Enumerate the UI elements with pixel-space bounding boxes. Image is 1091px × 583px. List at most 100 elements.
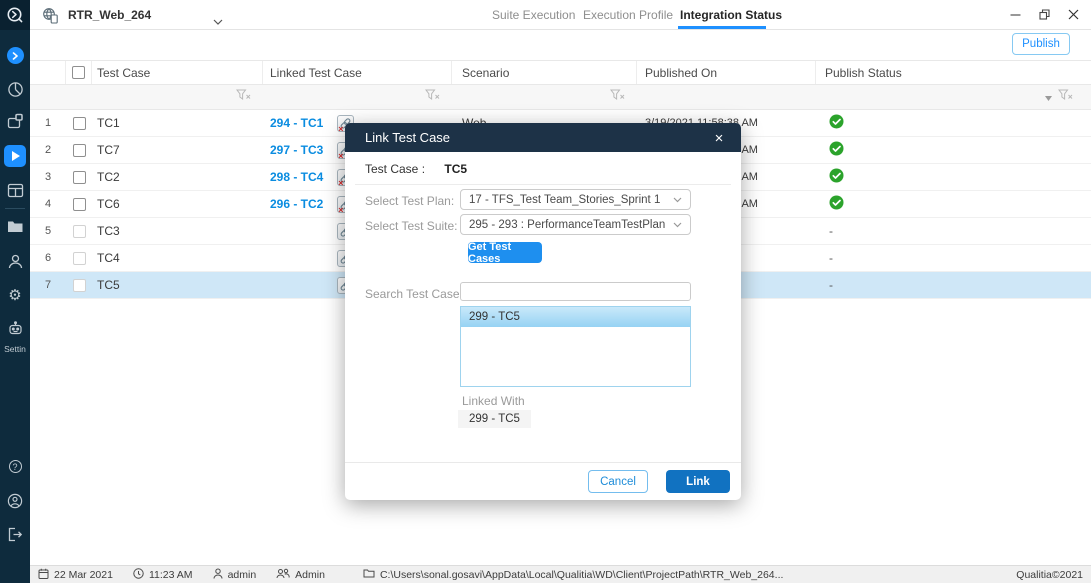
- linked-test-case-link[interactable]: 297 - TC3: [270, 143, 323, 157]
- chevron-down-icon: [673, 219, 682, 231]
- row-checkbox[interactable]: [73, 117, 86, 130]
- row-checkbox[interactable]: [73, 198, 86, 211]
- row-checkbox[interactable]: [73, 171, 86, 184]
- application-window: ⚙ Settin ? RTR_Web_264 Suite Execution E…: [0, 0, 1091, 583]
- col-publish-status: Publish Status: [816, 61, 1091, 84]
- published-check-icon: [829, 195, 844, 213]
- col-published-on: Published On: [637, 61, 816, 84]
- unlink-x-mark: ×: [338, 178, 343, 188]
- row-number: 5: [30, 218, 66, 244]
- status-dash: -: [829, 224, 833, 238]
- test-case-value: TC5: [444, 162, 467, 176]
- linked-test-case-link[interactable]: 294 - TC1: [270, 116, 323, 130]
- publish-button[interactable]: Publish: [1012, 33, 1070, 55]
- tab-suite-execution[interactable]: Suite Execution: [492, 0, 575, 30]
- table-header: Test Case Linked Test Case Scenario Publ…: [30, 60, 1091, 85]
- bot-icon[interactable]: [0, 321, 30, 338]
- project-icon: [42, 7, 59, 29]
- minimize-icon[interactable]: [1004, 4, 1026, 24]
- filter-clear-icon-test-case[interactable]: [236, 88, 251, 106]
- develop-box-icon[interactable]: [0, 113, 30, 130]
- restore-window-icon[interactable]: [1033, 4, 1055, 24]
- sidebar: ⚙ Settin ?: [0, 0, 30, 583]
- unlink-x-mark: ×: [338, 205, 343, 215]
- reports-layout-icon[interactable]: [0, 182, 30, 199]
- chevron-down-icon: [673, 194, 682, 206]
- copyright: Qualitia©2021: [1016, 569, 1091, 581]
- user-icon: [213, 568, 223, 582]
- get-test-cases-button[interactable]: Get Test Cases: [468, 242, 542, 263]
- execute-play-icon[interactable]: [4, 145, 26, 167]
- published-check-icon: [829, 168, 844, 186]
- row-checkbox[interactable]: [73, 225, 86, 238]
- row-checkbox[interactable]: [73, 252, 86, 265]
- test-case-name: TC4: [92, 245, 263, 271]
- role-icon: [276, 568, 290, 582]
- linked-test-case-link[interactable]: 298 - TC4: [270, 170, 323, 184]
- row-number: 6: [30, 245, 66, 271]
- status-time: 11:23 AM: [149, 569, 193, 581]
- dialog-close-icon[interactable]: ×: [709, 128, 729, 148]
- help-icon[interactable]: ?: [0, 460, 30, 473]
- filter-clear-icon-scenario[interactable]: [610, 88, 625, 106]
- folder-icon: [363, 568, 375, 581]
- project-selector[interactable]: RTR_Web_264: [68, 8, 151, 22]
- linked-with-label: Linked With: [462, 394, 525, 408]
- status-filter-dropdown-icon[interactable]: [1045, 88, 1052, 106]
- test-case-name: TC2: [92, 164, 263, 190]
- test-case-result-item[interactable]: 299 - TC5: [461, 307, 690, 327]
- row-checkbox[interactable]: [73, 279, 86, 292]
- row-number: 7: [30, 272, 66, 298]
- link-button-confirm[interactable]: Link: [666, 470, 730, 493]
- row-number: 1: [30, 110, 66, 136]
- sidebar-settings-label: Settin: [0, 344, 30, 354]
- status-date: 22 Mar 2021: [54, 569, 113, 581]
- test-suite-select[interactable]: 295 - 293 : PerformanceTeamTestPlan: [460, 214, 691, 235]
- close-window-icon[interactable]: [1062, 4, 1084, 24]
- row-checkbox[interactable]: [73, 144, 86, 157]
- cancel-button[interactable]: Cancel: [588, 470, 648, 493]
- expand-sidebar-icon[interactable]: [0, 47, 30, 64]
- settings-gear-icon[interactable]: ⚙: [0, 288, 30, 303]
- active-tab-underline: [678, 26, 766, 29]
- col-scenario: Scenario: [452, 61, 637, 84]
- linked-test-case-link[interactable]: 296 - TC2: [270, 197, 323, 211]
- test-case-name: TC6: [92, 191, 263, 217]
- col-test-case: Test Case: [92, 61, 263, 84]
- profile-person-icon[interactable]: [0, 253, 30, 270]
- status-dash: -: [829, 278, 833, 292]
- search-test-case-label: Search Test Case:: [365, 287, 463, 301]
- filter-clear-icon-linked[interactable]: [425, 88, 440, 106]
- status-bar: 22 Mar 2021 11:23 AM admin Admin C:\User…: [30, 565, 1091, 583]
- published-check-icon: [829, 114, 844, 132]
- status-dash: -: [829, 251, 833, 265]
- row-number: 4: [30, 191, 66, 217]
- search-test-case-input[interactable]: [460, 282, 691, 301]
- test-plan-select[interactable]: 17 - TFS_Test Team_Stories_Sprint 1: [460, 189, 691, 210]
- qualitia-logo: [0, 0, 30, 30]
- test-case-name: TC3: [92, 218, 263, 244]
- dialog-footer-divider: [345, 462, 741, 463]
- status-project-path: C:\Users\sonal.gosavi\AppData\Local\Qual…: [380, 569, 783, 581]
- filter-clear-icon-status[interactable]: [1058, 88, 1073, 106]
- select-all-checkbox[interactable]: [72, 66, 85, 79]
- status-role: Admin: [295, 569, 325, 581]
- published-check-icon: [829, 141, 844, 159]
- link-test-case-dialog: Link Test Case × Test Case : TC5 Select …: [345, 123, 741, 500]
- test-suite-label: Select Test Suite:: [365, 219, 458, 233]
- unlink-x-mark: ×: [338, 151, 343, 161]
- account-icon[interactable]: [0, 493, 30, 509]
- dashboard-pie-icon[interactable]: [0, 81, 30, 98]
- dialog-titlebar: Link Test Case ×: [345, 123, 741, 152]
- table-filter-row: [30, 85, 1091, 110]
- test-case-name: TC5: [92, 272, 263, 298]
- calendar-icon: [38, 568, 49, 582]
- sidebar-divider: [5, 208, 25, 209]
- test-case-results-list[interactable]: 299 - TC5: [460, 306, 691, 387]
- chevron-down-icon[interactable]: [213, 12, 223, 30]
- logout-icon[interactable]: [0, 527, 30, 542]
- tab-execution-profile[interactable]: Execution Profile: [583, 0, 673, 30]
- clock-icon: [133, 568, 144, 582]
- col-linked-test-case: Linked Test Case: [263, 61, 452, 84]
- repository-folder-icon[interactable]: [0, 219, 30, 234]
